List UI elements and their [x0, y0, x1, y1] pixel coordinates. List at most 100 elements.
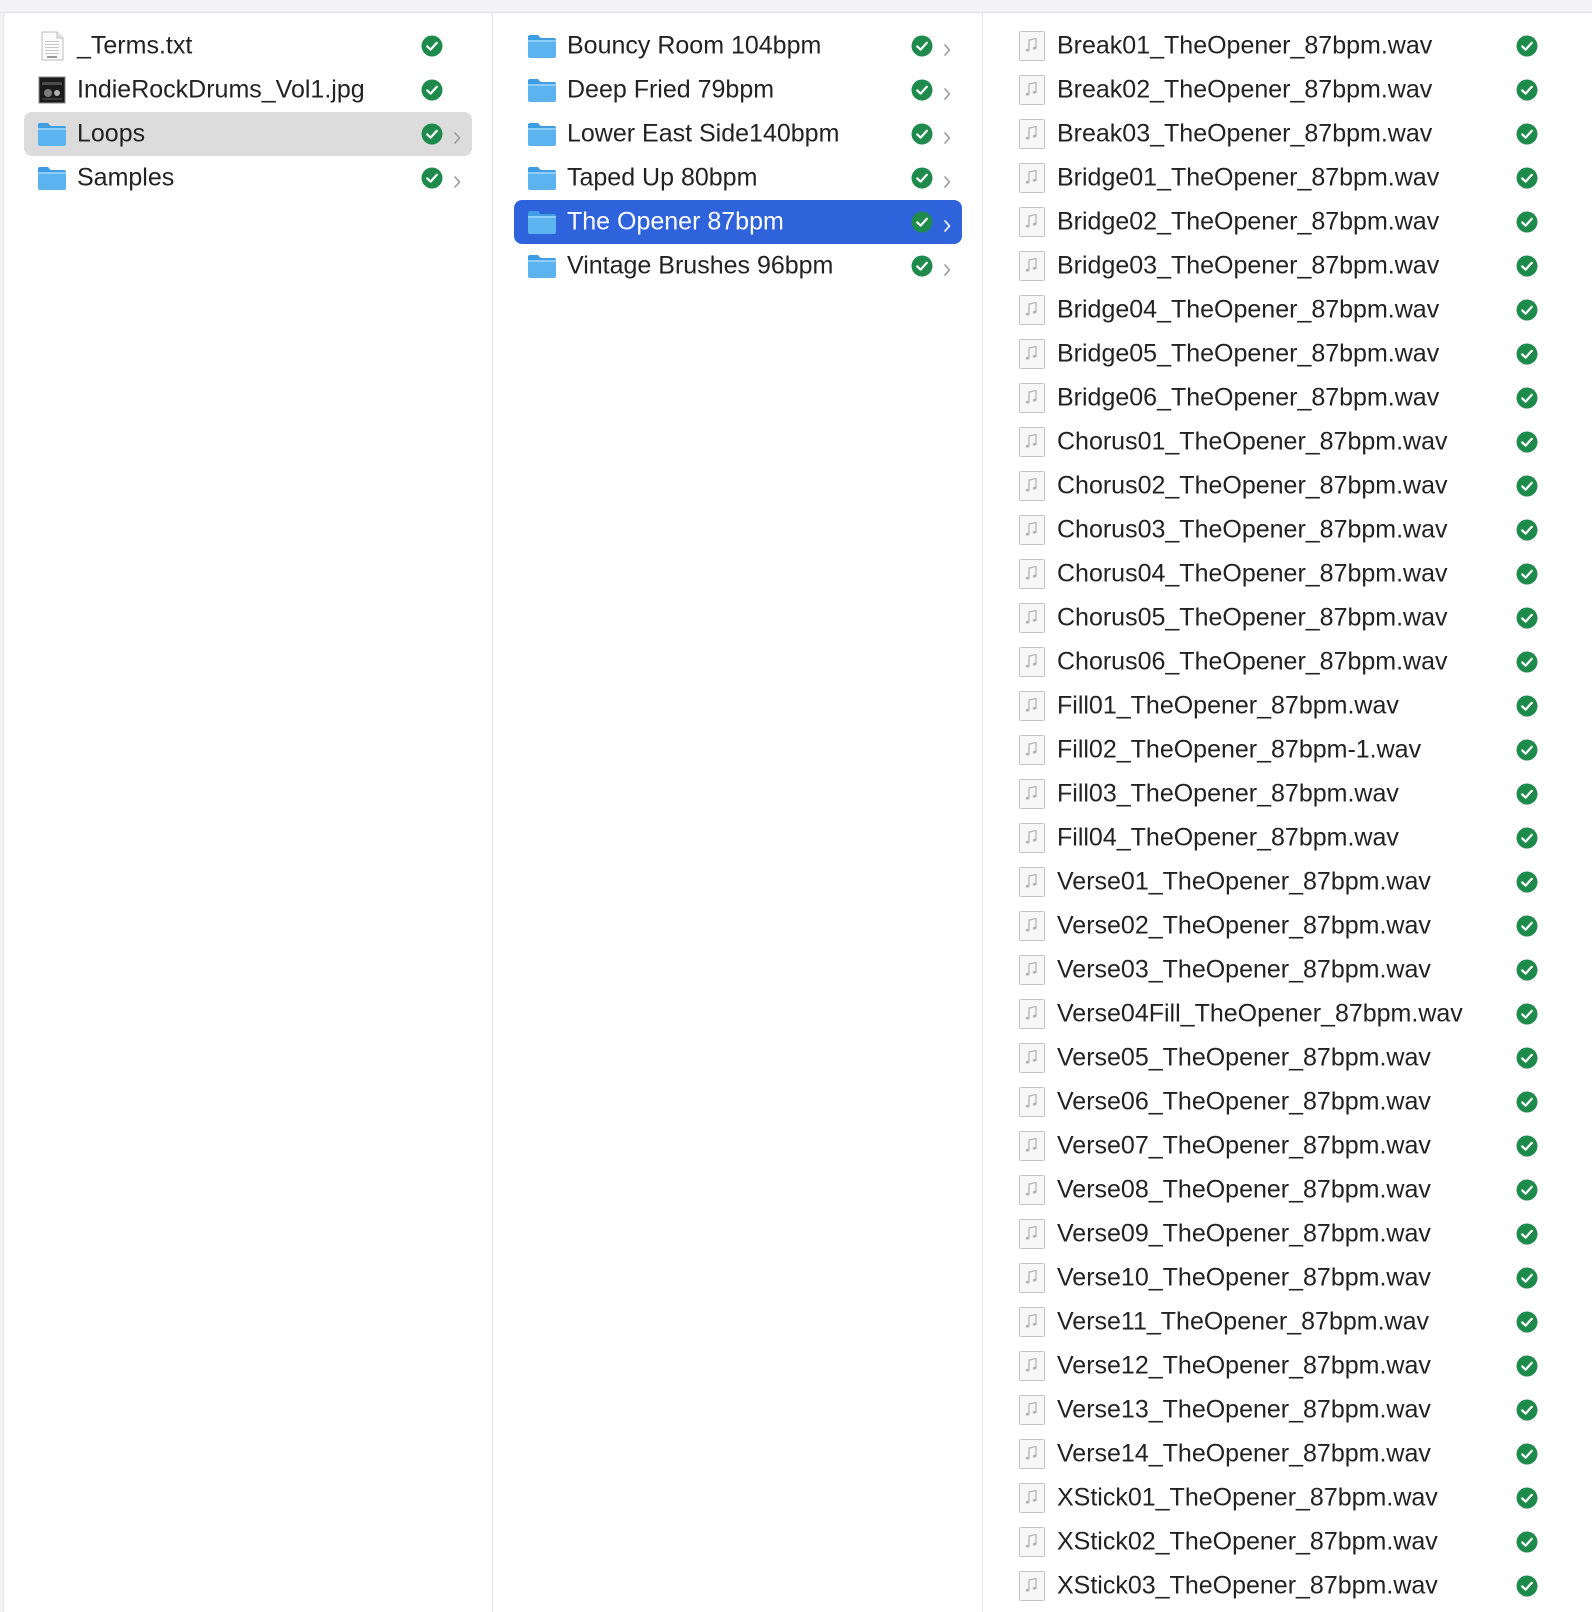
sync-status-check-icon [421, 167, 443, 189]
folder-icon [526, 206, 558, 238]
file-row[interactable]: Verse09_TheOpener_87bpm.wav [1004, 1212, 1544, 1256]
item-name: The Opener 87bpm [567, 207, 784, 236]
file-row[interactable]: Fill03_TheOpener_87bpm.wav [1004, 772, 1544, 816]
audio-file-icon [1018, 1218, 1046, 1250]
sync-status-check-icon [421, 123, 443, 145]
file-row[interactable]: Bridge02_TheOpener_87bpm.wav [1004, 200, 1544, 244]
sync-status-check-icon [1516, 871, 1538, 893]
file-row[interactable]: Verse05_TheOpener_87bpm.wav [1004, 1036, 1544, 1080]
item-name: Verse10_TheOpener_87bpm.wav [1057, 1263, 1431, 1292]
sync-status-check-icon [1516, 343, 1538, 365]
file-row[interactable]: Verse06_TheOpener_87bpm.wav [1004, 1080, 1544, 1124]
file-row[interactable]: Break02_TheOpener_87bpm.wav [1004, 68, 1544, 112]
sync-status-check-icon [1516, 475, 1538, 497]
folder-row[interactable]: Lower East Side140bpm [514, 112, 962, 156]
column-root-list: _Terms.txt IndieRockDrums_Vol1.jpg Loops Sa… [24, 24, 472, 200]
file-row[interactable]: Chorus03_TheOpener_87bpm.wav [1004, 508, 1544, 552]
file-row[interactable]: Verse04Fill_TheOpener_87bpm.wav [1004, 992, 1544, 1036]
item-name: Break03_TheOpener_87bpm.wav [1057, 119, 1433, 148]
column-root[interactable]: _Terms.txt IndieRockDrums_Vol1.jpg Loops Sa… [3, 13, 493, 1612]
file-row[interactable]: _Terms.txt [24, 24, 472, 68]
file-row[interactable]: Verse07_TheOpener_87bpm.wav [1004, 1124, 1544, 1168]
sync-status-check-icon [1516, 299, 1538, 321]
item-name: Chorus03_TheOpener_87bpm.wav [1057, 515, 1448, 544]
file-row[interactable]: Chorus04_TheOpener_87bpm.wav [1004, 552, 1544, 596]
file-row[interactable]: Bridge04_TheOpener_87bpm.wav [1004, 288, 1544, 332]
folder-row[interactable]: The Opener 87bpm [514, 200, 962, 244]
file-row[interactable]: Verse13_TheOpener_87bpm.wav [1004, 1388, 1544, 1432]
file-row[interactable]: Chorus05_TheOpener_87bpm.wav [1004, 596, 1544, 640]
folder-icon [526, 30, 558, 62]
file-row[interactable]: Verse08_TheOpener_87bpm.wav [1004, 1168, 1544, 1212]
file-row[interactable]: Verse12_TheOpener_87bpm.wav [1004, 1344, 1544, 1388]
image-thumbnail-icon [36, 74, 68, 106]
audio-file-icon [1018, 1262, 1046, 1294]
file-row[interactable]: Bridge01_TheOpener_87bpm.wav [1004, 156, 1544, 200]
folder-row[interactable]: Bouncy Room 104bpm [514, 24, 962, 68]
file-row[interactable]: Fill04_TheOpener_87bpm.wav [1004, 816, 1544, 860]
item-name: Bridge04_TheOpener_87bpm.wav [1057, 295, 1440, 324]
item-name: Verse03_TheOpener_87bpm.wav [1057, 955, 1431, 984]
item-name: Vintage Brushes 96bpm [567, 251, 834, 280]
audio-file-icon [1018, 1130, 1046, 1162]
folder-row[interactable]: Samples [24, 156, 472, 200]
file-row[interactable]: XStick01_TheOpener_87bpm.wav [1004, 1476, 1544, 1520]
item-name: XStick03_TheOpener_87bpm.wav [1057, 1571, 1438, 1600]
file-row[interactable]: IndieRockDrums_Vol1.jpg [24, 68, 472, 112]
item-name: Fill04_TheOpener_87bpm.wav [1057, 823, 1399, 852]
file-row[interactable]: Bridge03_TheOpener_87bpm.wav [1004, 244, 1544, 288]
item-name: Bridge06_TheOpener_87bpm.wav [1057, 383, 1440, 412]
folder-icon [36, 162, 68, 194]
column-the-opener-list: Break01_TheOpener_87bpm.wav Break02_TheOp… [1004, 24, 1544, 1608]
file-row[interactable]: Verse03_TheOpener_87bpm.wav [1004, 948, 1544, 992]
audio-file-icon [1018, 690, 1046, 722]
item-name: Verse12_TheOpener_87bpm.wav [1057, 1351, 1431, 1380]
sync-status-check-icon [1516, 1003, 1538, 1025]
audio-file-icon [1018, 866, 1046, 898]
sync-status-check-icon [1516, 783, 1538, 805]
file-row[interactable]: Fill01_TheOpener_87bpm.wav [1004, 684, 1544, 728]
audio-file-icon [1018, 1306, 1046, 1338]
file-row[interactable]: Verse11_TheOpener_87bpm.wav [1004, 1300, 1544, 1344]
column-loops[interactable]: Bouncy Room 104bpm Deep Fried 79bpm Lower … [493, 13, 983, 1612]
audio-file-icon [1018, 602, 1046, 634]
item-name: Verse11_TheOpener_87bpm.wav [1057, 1307, 1429, 1336]
file-row[interactable]: Fill02_TheOpener_87bpm-1.wav [1004, 728, 1544, 772]
folder-row[interactable]: Taped Up 80bpm [514, 156, 962, 200]
file-row[interactable]: Chorus02_TheOpener_87bpm.wav [1004, 464, 1544, 508]
sync-status-check-icon [911, 211, 933, 233]
file-row[interactable]: XStick03_TheOpener_87bpm.wav [1004, 1564, 1544, 1608]
audio-file-icon [1018, 954, 1046, 986]
item-name: Verse04Fill_TheOpener_87bpm.wav [1057, 999, 1463, 1028]
folder-row[interactable]: Vintage Brushes 96bpm [514, 244, 962, 288]
file-row[interactable]: Bridge06_TheOpener_87bpm.wav [1004, 376, 1544, 420]
file-row[interactable]: Chorus01_TheOpener_87bpm.wav [1004, 420, 1544, 464]
sync-status-check-icon [1516, 1575, 1538, 1597]
file-row[interactable]: Verse14_TheOpener_87bpm.wav [1004, 1432, 1544, 1476]
text-file-icon [36, 30, 68, 62]
file-row[interactable]: Verse10_TheOpener_87bpm.wav [1004, 1256, 1544, 1300]
sync-status-check-icon [1516, 915, 1538, 937]
item-name: Verse05_TheOpener_87bpm.wav [1057, 1043, 1431, 1072]
audio-file-icon [1018, 1526, 1046, 1558]
item-name: Fill03_TheOpener_87bpm.wav [1057, 779, 1399, 808]
file-row[interactable]: XStick02_TheOpener_87bpm.wav [1004, 1520, 1544, 1564]
audio-file-icon [1018, 1086, 1046, 1118]
audio-file-icon [1018, 1482, 1046, 1514]
audio-file-icon [1018, 382, 1046, 414]
folder-icon [36, 118, 68, 150]
file-row[interactable]: Chorus06_TheOpener_87bpm.wav [1004, 640, 1544, 684]
file-row[interactable]: Break03_TheOpener_87bpm.wav [1004, 112, 1544, 156]
file-row[interactable]: Verse01_TheOpener_87bpm.wav [1004, 860, 1544, 904]
item-name: Verse13_TheOpener_87bpm.wav [1057, 1395, 1431, 1424]
sync-status-check-icon [1516, 1487, 1538, 1509]
item-name: IndieRockDrums_Vol1.jpg [77, 75, 365, 104]
folder-row[interactable]: Deep Fried 79bpm [514, 68, 962, 112]
file-row[interactable]: Bridge05_TheOpener_87bpm.wav [1004, 332, 1544, 376]
file-row[interactable]: Verse02_TheOpener_87bpm.wav [1004, 904, 1544, 948]
folder-row[interactable]: Loops [24, 112, 472, 156]
sync-status-check-icon [911, 167, 933, 189]
audio-file-icon [1018, 1350, 1046, 1382]
column-the-opener[interactable]: Break01_TheOpener_87bpm.wav Break02_TheOp… [983, 13, 1592, 1612]
file-row[interactable]: Break01_TheOpener_87bpm.wav [1004, 24, 1544, 68]
